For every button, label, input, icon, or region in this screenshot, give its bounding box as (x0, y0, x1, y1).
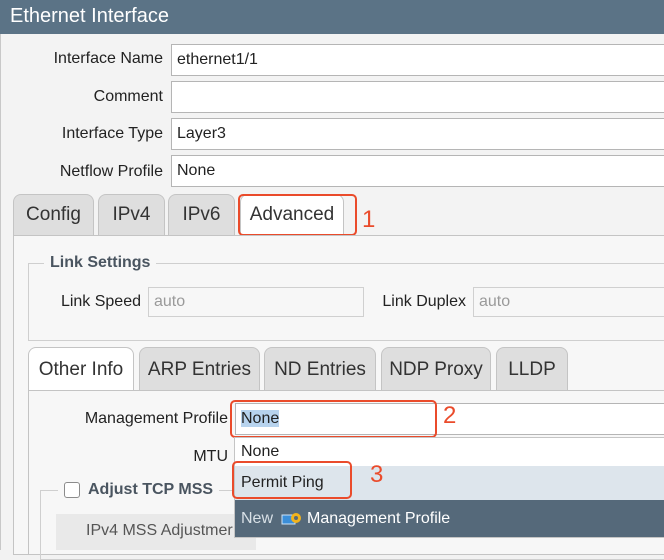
callout-box-2 (230, 400, 437, 438)
adjust-tcp-mss-legend: Adjust TCP MSS (58, 481, 220, 499)
subtab-lldp[interactable]: LLDP (496, 347, 568, 391)
dropdown-new-item-label: Management Profile (307, 509, 451, 527)
subtab-nd-entries[interactable]: ND Entries (264, 347, 376, 391)
dialog-titlebar: Ethernet Interface (0, 0, 664, 34)
link-settings-legend: Link Settings (44, 254, 157, 272)
dropdown-new-label: New (241, 509, 274, 527)
comment-field[interactable] (171, 81, 664, 113)
adjust-tcp-mss-label: Adjust TCP MSS (88, 481, 214, 498)
management-profile-label: Management Profile (84, 410, 228, 427)
link-speed-select[interactable]: auto (148, 287, 364, 317)
subtab-arp-entries[interactable]: ARP Entries (139, 347, 260, 391)
callout-number-3: 3 (370, 461, 384, 488)
netflow-profile-label: Netflow Profile (59, 163, 163, 180)
tab-ipv6[interactable]: IPv6 (168, 194, 235, 236)
dropdown-new-row[interactable]: New Management Profile (235, 500, 664, 537)
callout-box-3 (232, 461, 352, 499)
link-speed-label: Link Speed (60, 293, 141, 310)
interface-type-field: Layer3 (171, 118, 664, 150)
netflow-profile-select[interactable]: None (171, 155, 664, 187)
interface-name-label: Interface Name (53, 50, 163, 67)
interface-type-label: Interface Type (61, 125, 163, 142)
callout-box-1 (238, 194, 357, 236)
callout-number-2: 2 (443, 402, 457, 429)
interface-name-field[interactable]: ethernet1/1 (171, 44, 664, 76)
link-duplex-select[interactable]: auto (473, 287, 664, 317)
mtu-label: MTU (193, 448, 228, 465)
callout-number-1: 1 (362, 206, 376, 233)
ipv4-mss-label-cell: IPv4 MSS Adjustmer (56, 514, 256, 550)
adjust-tcp-mss-checkbox[interactable] (64, 482, 80, 498)
management-profile-icon (281, 511, 303, 527)
subtab-other-info[interactable]: Other Info (28, 347, 134, 391)
tab-config[interactable]: Config (13, 194, 94, 236)
tab-ipv4[interactable]: IPv4 (98, 194, 165, 236)
dialog-title: Ethernet Interface (10, 5, 169, 27)
link-duplex-label: Link Duplex (382, 293, 466, 310)
ipv4-mss-label: IPv4 MSS Adjustmer (86, 522, 233, 539)
subtab-ndp-proxy[interactable]: NDP Proxy (381, 347, 491, 391)
comment-label: Comment (93, 88, 163, 105)
